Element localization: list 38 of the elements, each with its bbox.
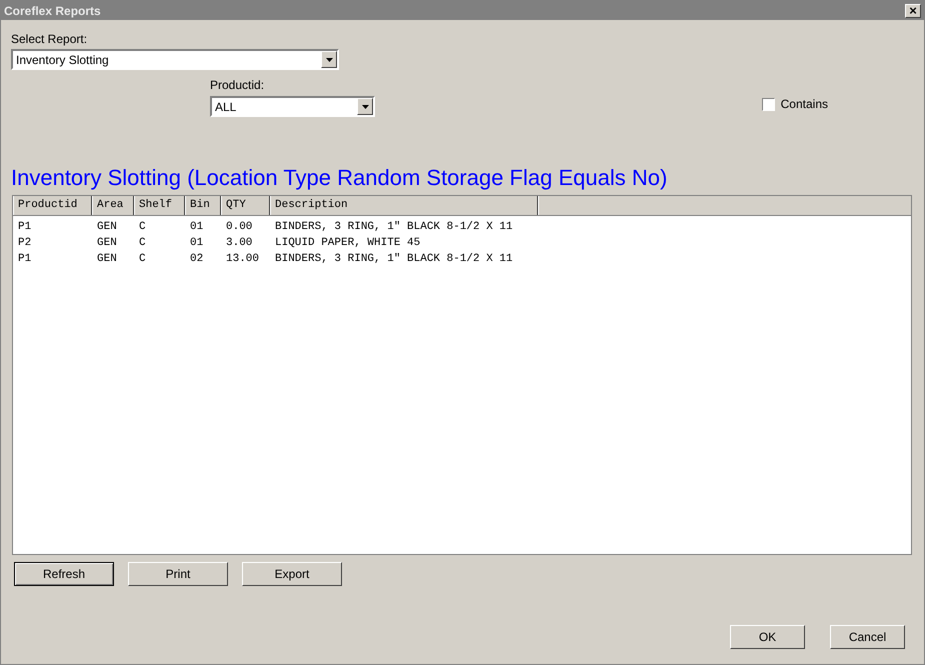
table-cell-text: P1 (17, 252, 32, 267)
close-button[interactable]: × (905, 4, 921, 18)
table-cell-text: P1 (17, 220, 32, 235)
button[interactable]: Print (128, 562, 228, 586)
table-cell-text: 01 (189, 220, 204, 235)
dropdown[interactable]: Inventory Slotting (11, 49, 339, 70)
table-cell-text: 02 (189, 252, 204, 267)
table-cell-text: 13.00 (225, 252, 260, 267)
table-cell-text: GEN (96, 220, 118, 235)
table-cell-text: P2 (17, 236, 32, 251)
contains-checkbox[interactable]: Contains (762, 95, 828, 113)
checkbox[interactable] (762, 98, 775, 110)
button[interactable]: Cancel (830, 625, 905, 649)
table-cell-text: 0.00 (225, 220, 254, 235)
table-cell-text: GEN (96, 252, 118, 267)
select-report-label: Select Report: (11, 32, 88, 47)
table-cell-text: 3.00 (225, 236, 254, 251)
column-header[interactable]: Area (92, 196, 134, 215)
productid-label: Productid: (210, 78, 264, 93)
table-cell-text: BINDERS, 3 RING, 1" BLACK 8-1/2 X 11 (274, 220, 514, 235)
table-cell-text: LIQUID PAPER, WHITE 45 (274, 236, 422, 251)
column-header[interactable]: Bin (185, 196, 221, 215)
table-cell-text: C (138, 236, 147, 251)
column-header[interactable]: Productid (13, 196, 92, 215)
column-header[interactable]: Description (270, 196, 538, 215)
report-heading: Inventory Slotting (Location Type Random Storage Flag Equals No) (11, 165, 668, 191)
table-cell-text: GEN (96, 236, 118, 251)
button[interactable]: OK (730, 625, 805, 649)
dropdown[interactable]: ALL (210, 96, 375, 117)
table-cell-text: C (138, 220, 147, 235)
table-cell-text: BINDERS, 3 RING, 1" BLACK 8-1/2 X 11 (274, 252, 514, 267)
button[interactable]: Export (242, 562, 342, 586)
table-cell-text: C (138, 252, 147, 267)
window-title: Coreflex Reports (4, 2, 101, 20)
column-header[interactable]: Shelf (134, 196, 185, 215)
table-cell-text: 01 (189, 236, 204, 251)
column-header[interactable]: QTY (221, 196, 270, 215)
button[interactable]: Refresh (14, 562, 114, 586)
